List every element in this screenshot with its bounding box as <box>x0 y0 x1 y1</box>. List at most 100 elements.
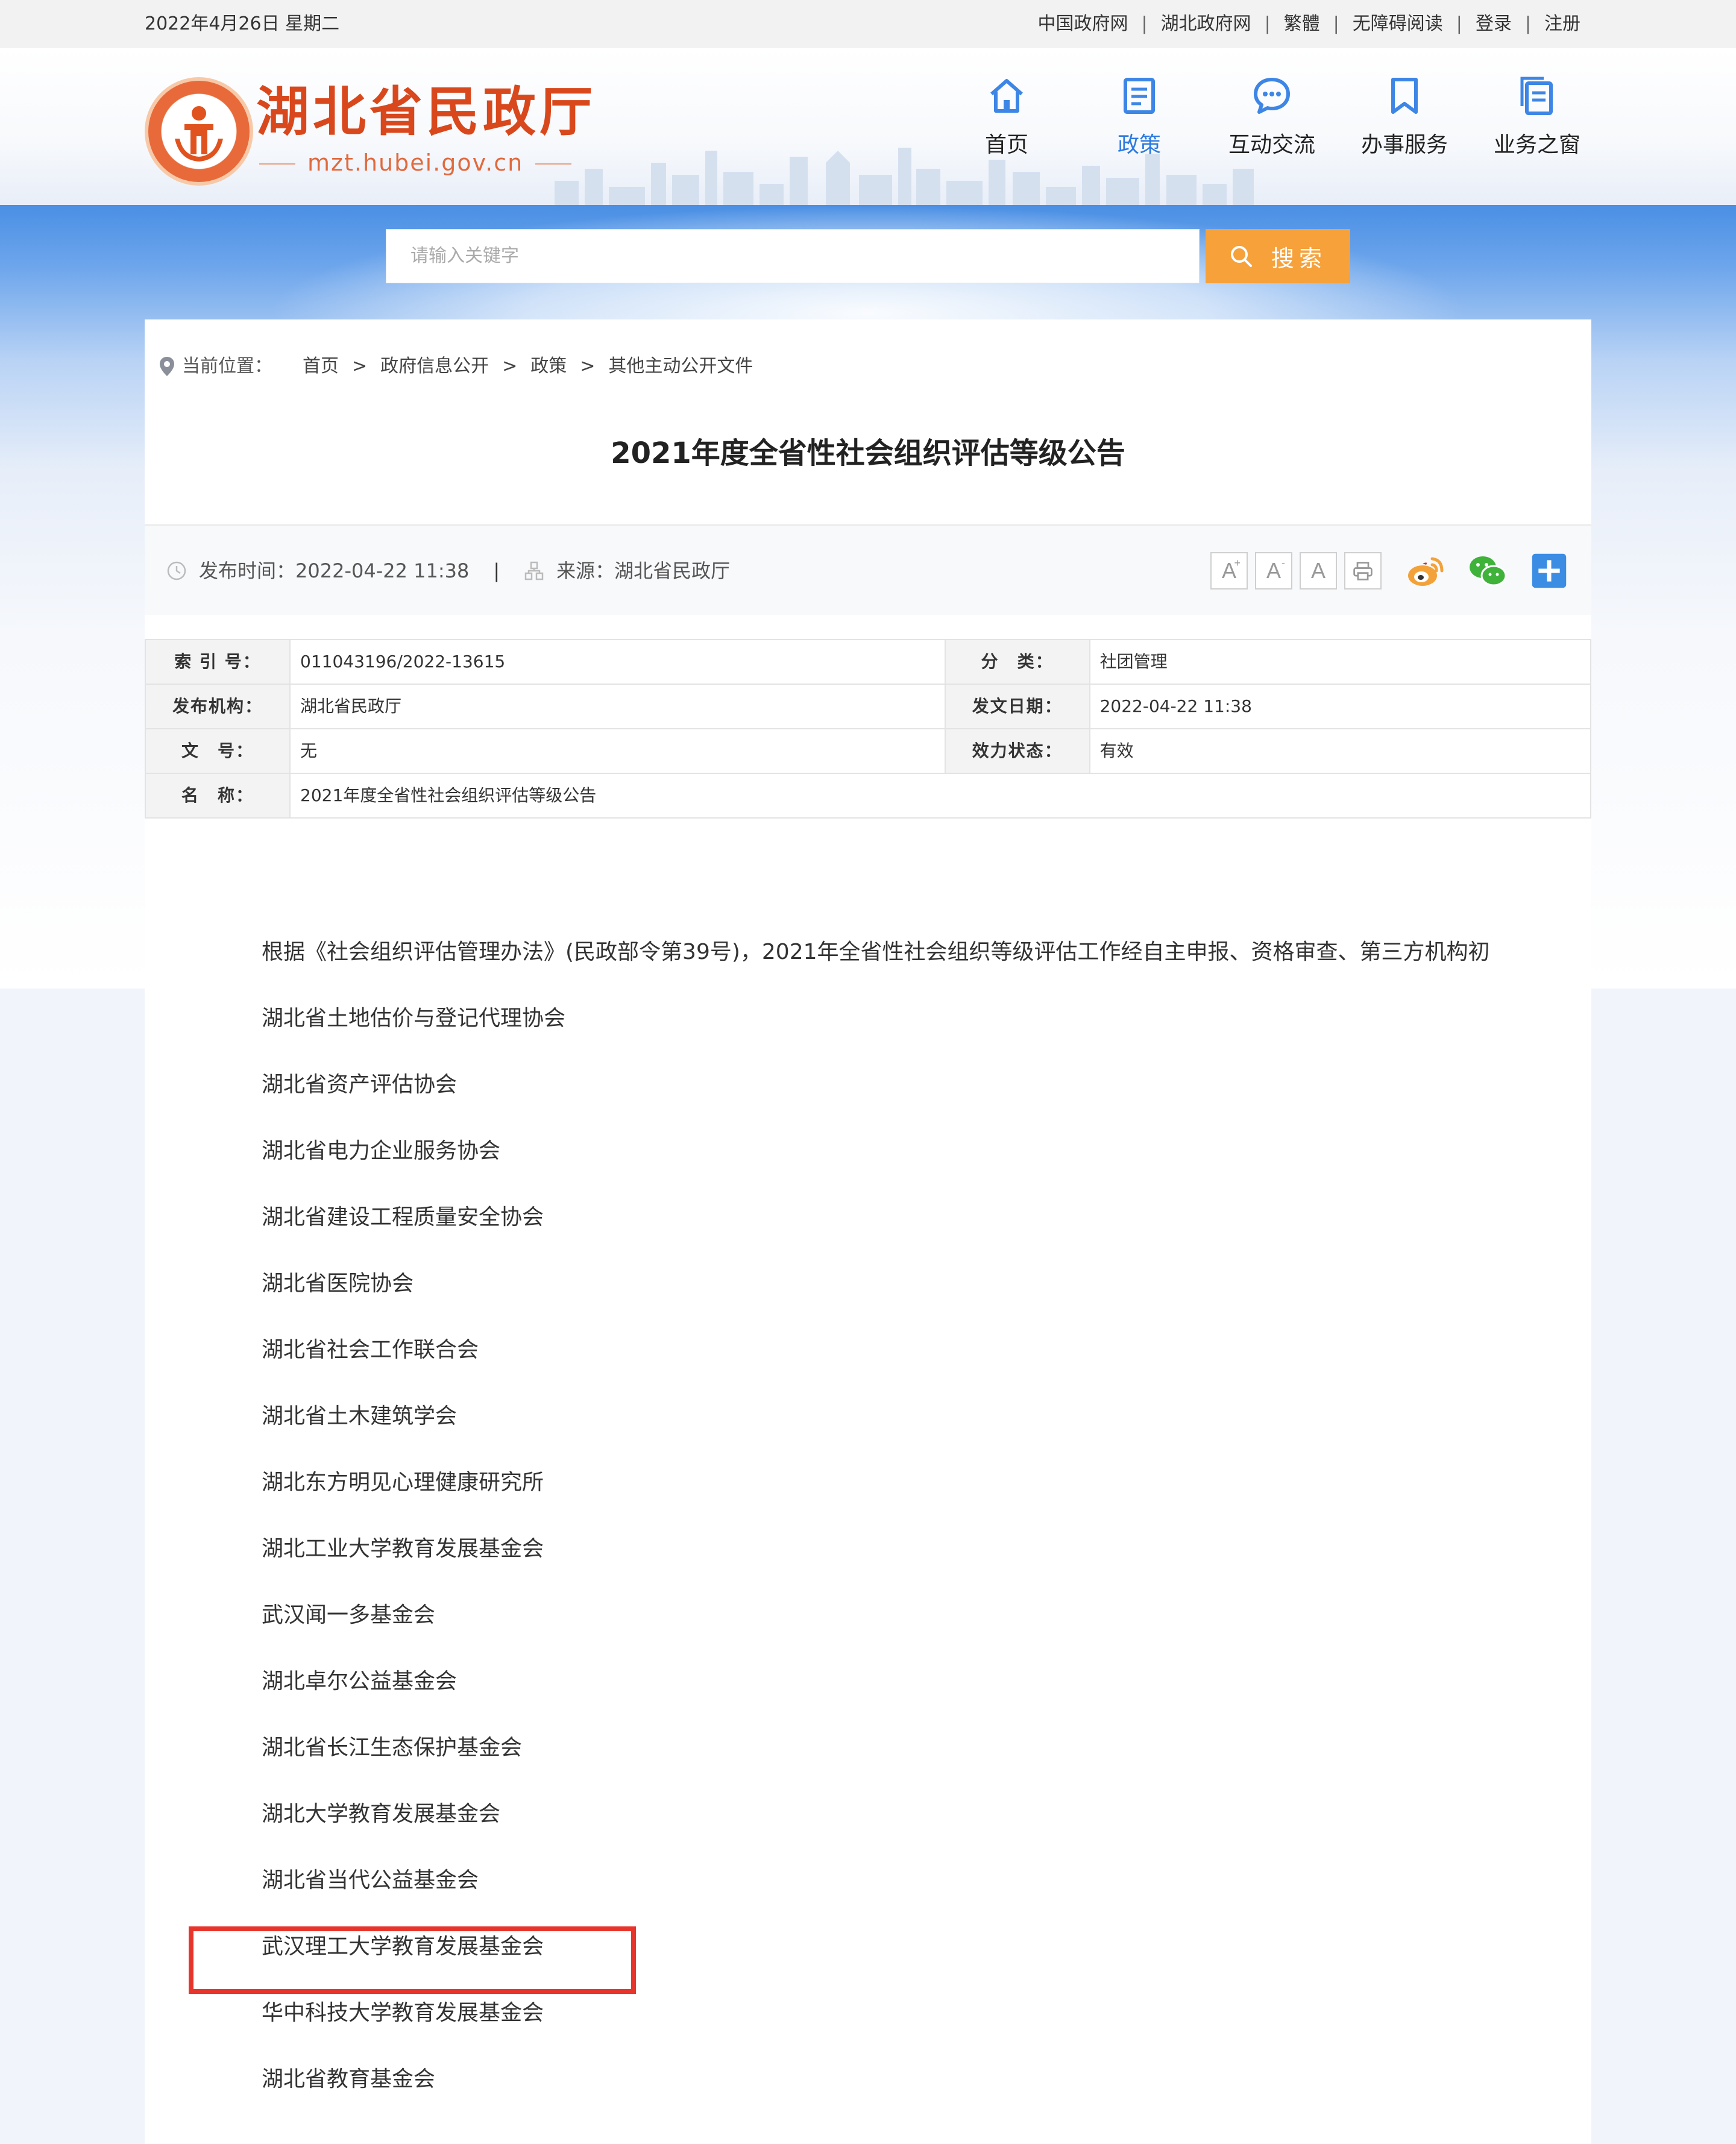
article-body: 根据《社会组织评估管理办法》(民政部令第39号)，2021年全省性社会组织等级评… <box>262 928 1527 2122</box>
breadcrumb-lead: 当前位置： <box>182 356 272 377</box>
top-bar: 2022年4月26日 星期二 中国政府网 | 湖北政府网 | 繁體 | 无障碍阅… <box>0 0 1736 48</box>
table-row: 名 称： 2021年度全省性社会组织评估等级公告 <box>145 773 1591 819</box>
index-label: 索 引 号： <box>145 639 291 685</box>
nav-interaction[interactable]: 互动交流 <box>1206 75 1338 183</box>
list-item: 湖北省土木建筑学会 <box>262 1404 458 1429</box>
article-tools: A + A- A <box>1210 550 1573 592</box>
breadcrumb-separator: > <box>502 356 518 377</box>
source-icon <box>524 561 544 580</box>
published-label: 发布时间： <box>199 559 296 582</box>
list-item: 湖北省社会工作联合会 <box>262 1338 479 1362</box>
list-item: 湖北省建设工程质量安全协会 <box>262 1205 544 1230</box>
list-item: 湖北工业大学教育发展基金会 <box>262 1536 544 1561</box>
link-separator: | <box>1141 13 1148 34</box>
table-row: 发布机构： 湖北省民政厅 发文日期： 2022-04-22 11:38 <box>145 684 1592 729</box>
nav-label: 业务之窗 <box>1493 133 1580 157</box>
list-item: 湖北省电力企业服务协会 <box>262 1139 501 1163</box>
list-item: 武汉闻一多基金会 <box>262 1603 436 1627</box>
table-row: 索 引 号： 011043196/2022-13615 分 类： 社团管理 <box>145 639 1592 685</box>
list-item: 湖北省资产评估协会 <box>262 1072 458 1097</box>
article-meta: 发布时间： 2022-04-22 11:38 | 来源： 湖北省民政厅 <box>166 557 730 585</box>
location-pin-icon <box>160 357 174 376</box>
link-separator: | <box>1264 13 1271 34</box>
table-row: 文 号： 无 效力状态： 有效 <box>145 728 1592 774</box>
link-register[interactable]: 注册 <box>1544 12 1580 36</box>
main-nav: 首页 政策 互动交流 办事服务 业务之窗 <box>940 75 1615 183</box>
article-container: 当前位置： 首页 > 政府信息公开 > 政策 > 其他主动公开文件 2021年度… <box>145 319 1592 2144</box>
intro-paragraph: 根据《社会组织评估管理办法》(民政部令第39号)，2021年全省性社会组织等级评… <box>262 940 1490 964</box>
published-time: 2022-04-22 11:38 <box>295 559 470 582</box>
top-links: 中国政府网 | 湖北政府网 | 繁體 | 无障碍阅读 | 登录 | 注册 <box>1037 12 1580 36</box>
link-separator: | <box>1456 13 1462 34</box>
list-item: 湖北卓尔公益基金会 <box>262 1669 458 1694</box>
nav-home[interactable]: 首页 <box>940 75 1073 183</box>
status-value: 有效 <box>1089 728 1592 774</box>
link-hubei-gov[interactable]: 湖北政府网 <box>1161 12 1251 36</box>
home-icon <box>990 79 1023 113</box>
share-more-button[interactable] <box>1525 550 1573 592</box>
search-button[interactable]: 搜索 <box>1206 229 1350 283</box>
font-default-label: A <box>1310 558 1326 583</box>
font-smaller-button[interactable]: A- <box>1255 552 1292 589</box>
search-box <box>386 229 1200 283</box>
organization-list: 湖北省土地估价与登记代理协会 湖北省资产评估协会 湖北省电力企业服务协会 湖北省… <box>262 995 1527 2122</box>
source-value: 湖北省民政厅 <box>614 559 731 582</box>
breadcrumb: 当前位置： 首页 > 政府信息公开 > 政策 > 其他主动公开文件 <box>158 354 753 379</box>
search-icon <box>1230 246 1252 267</box>
bookmark-icon <box>1391 78 1418 114</box>
share-wechat-button[interactable] <box>1464 550 1512 592</box>
link-login[interactable]: 登录 <box>1476 12 1512 36</box>
site-logo[interactable]: 湖北省民政厅 mzt.hubei.gov.cn <box>145 72 593 193</box>
link-gov-cn[interactable]: 中国政府网 <box>1037 12 1128 36</box>
list-item: 华中科技大学教育发展基金会 <box>262 2001 544 2025</box>
site-header: 湖北省民政厅 mzt.hubei.gov.cn 首页 政策 互动交流 办事服务 … <box>0 48 1736 205</box>
link-separator: | <box>1333 13 1339 34</box>
publisher-label: 发布机构： <box>145 684 291 729</box>
current-date: 2022年4月26日 星期二 <box>145 13 340 34</box>
list-item: 湖北省当代公益基金会 <box>262 1868 479 1893</box>
breadcrumb-separator: > <box>580 356 596 377</box>
issue-date-label: 发文日期： <box>944 684 1090 729</box>
font-default-button[interactable]: A <box>1300 552 1337 589</box>
list-item: 湖北省医院协会 <box>262 1271 414 1296</box>
list-item: 湖北东方明见心理健康研究所 <box>262 1470 544 1495</box>
status-label: 效力状态： <box>944 728 1090 774</box>
font-smaller-label: A <box>1266 558 1281 583</box>
breadcrumb-home[interactable]: 首页 <box>303 354 339 379</box>
emblem-figure-icon <box>175 106 223 162</box>
print-button[interactable] <box>1344 552 1382 589</box>
issue-date-value: 2022-04-22 11:38 <box>1089 684 1592 729</box>
wechat-icon <box>1470 556 1507 586</box>
search-input[interactable] <box>386 230 1199 283</box>
print-icon <box>1353 562 1373 580</box>
doc-number-value: 无 <box>289 728 946 774</box>
breadcrumb-info-disclosure[interactable]: 政府信息公开 <box>380 354 489 379</box>
share-weibo-button[interactable] <box>1402 550 1450 592</box>
share-plus-icon <box>1532 553 1567 588</box>
list-item-highlighted: 武汉理工大学教育发展基金会 <box>262 1934 544 1959</box>
list-item: 湖北大学教育发展基金会 <box>262 1802 501 1826</box>
nav-policy[interactable]: 政策 <box>1073 75 1206 183</box>
nav-business[interactable]: 业务之窗 <box>1471 75 1603 183</box>
nav-services[interactable]: 办事服务 <box>1338 75 1471 183</box>
weibo-icon <box>1408 557 1444 586</box>
meta-divider: | <box>493 559 500 582</box>
list-item: 湖北省教育基金会 <box>262 2067 436 2092</box>
breadcrumb-policy[interactable]: 政策 <box>530 354 567 379</box>
civil-affairs-emblem-icon <box>145 77 253 186</box>
article-title: 2021年度全省性社会组织评估等级公告 <box>611 436 1125 470</box>
font-larger-button[interactable]: A + <box>1210 552 1248 589</box>
source-label: 来源： <box>556 559 615 582</box>
files-icon <box>1520 77 1553 115</box>
breadcrumb-separator: > <box>352 356 368 377</box>
clock-icon <box>167 561 186 580</box>
document-info-table: 索 引 号： 011043196/2022-13615 分 类： 社团管理 发布… <box>145 639 1592 819</box>
link-accessibility[interactable]: 无障碍阅读 <box>1353 12 1443 36</box>
doc-number-label: 文 号： <box>145 728 291 774</box>
list-item: 湖北省长江生态保护基金会 <box>262 1735 523 1760</box>
publisher-value: 湖北省民政厅 <box>289 684 946 729</box>
breadcrumb-other-files[interactable]: 其他主动公开文件 <box>608 354 753 379</box>
index-value: 011043196/2022-13615 <box>289 639 946 685</box>
link-traditional-chinese[interactable]: 繁體 <box>1284 12 1320 36</box>
category-label: 分 类： <box>944 639 1090 685</box>
